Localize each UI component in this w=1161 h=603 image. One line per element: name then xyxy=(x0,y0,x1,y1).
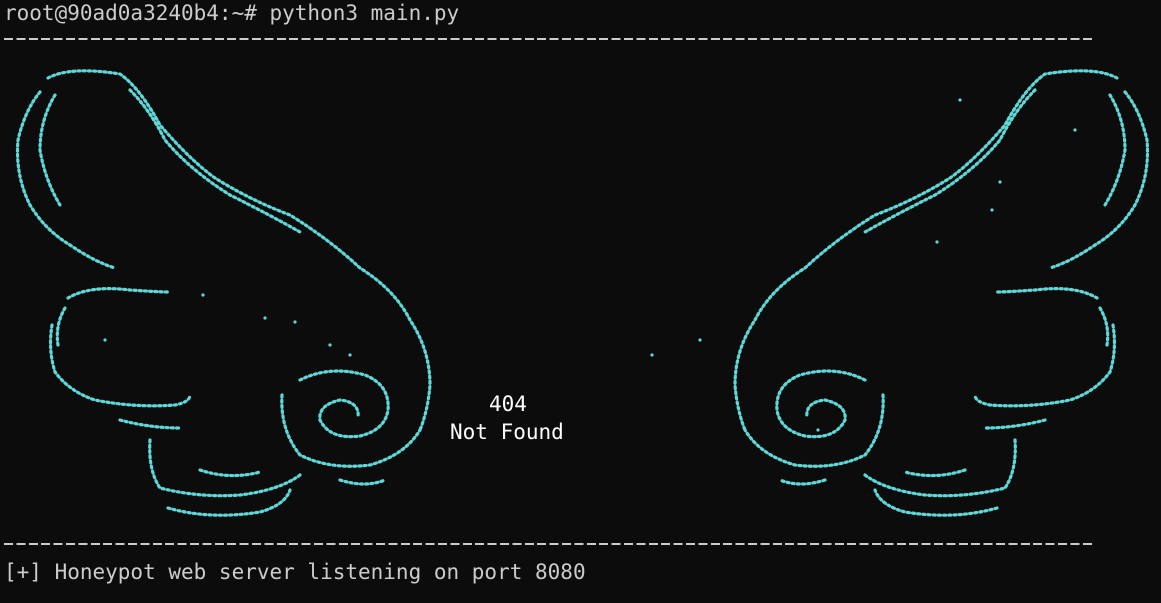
scattered-dots xyxy=(103,98,1077,432)
right-wing-icon xyxy=(733,69,1150,517)
separator-bottom xyxy=(4,543,1094,545)
wings-ascii-art xyxy=(15,69,1150,517)
error-code: 404 xyxy=(489,392,527,416)
error-message: Not Found xyxy=(450,420,564,444)
left-wing-icon xyxy=(15,69,432,517)
status-line: [+] Honeypot web server listening on por… xyxy=(4,560,586,584)
